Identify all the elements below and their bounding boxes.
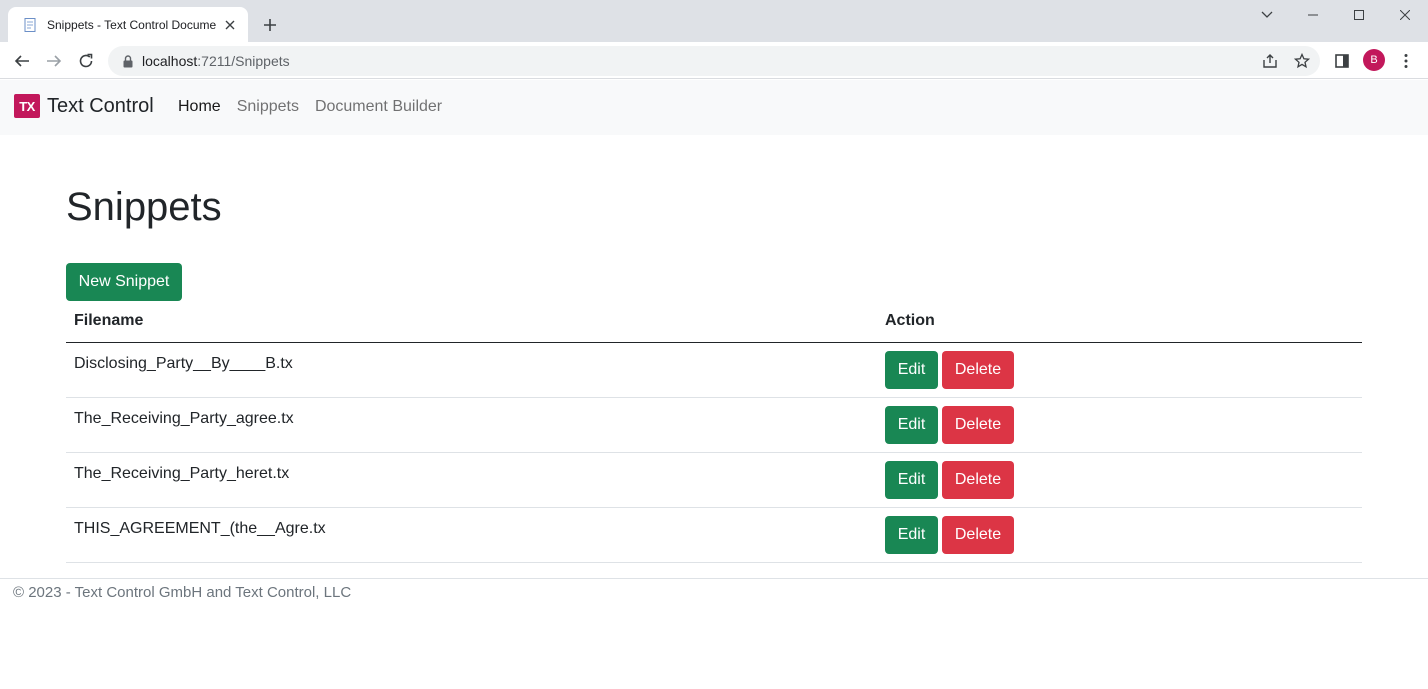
nav-link-home[interactable]: Home xyxy=(178,98,221,116)
edit-button[interactable]: Edit xyxy=(885,515,938,554)
nav-links: Home Snippets Document Builder xyxy=(178,98,442,116)
profile-avatar[interactable]: B xyxy=(1363,49,1385,71)
browser-tabstrip: Snippets - Text Control Document Builder xyxy=(0,0,1428,42)
edit-button[interactable]: Edit xyxy=(885,460,938,499)
address-bar[interactable]: localhost:7211/Snippets xyxy=(108,46,1320,76)
filename-cell: Disclosing_Party__By____B.tx xyxy=(66,342,877,398)
nav-link-document-builder[interactable]: Document Builder xyxy=(315,98,442,116)
edit-button[interactable]: Edit xyxy=(885,350,938,389)
back-arrow-icon[interactable] xyxy=(10,49,34,73)
url-text: localhost:7211/Snippets xyxy=(142,53,290,69)
minimize-icon[interactable] xyxy=(1290,0,1336,30)
new-snippet-button[interactable]: New Snippet xyxy=(66,263,182,301)
delete-button[interactable]: Delete xyxy=(942,515,1014,554)
lock-icon xyxy=(120,53,136,69)
delete-button[interactable]: Delete xyxy=(942,460,1014,499)
page-title: Snippets xyxy=(66,185,222,229)
delete-button[interactable]: Delete xyxy=(942,350,1014,389)
filename-cell: The_Receiving_Party_agree.tx xyxy=(66,397,877,453)
edit-button[interactable]: Edit xyxy=(885,405,938,444)
delete-button[interactable]: Delete xyxy=(942,405,1014,444)
footer: © 2023 - Text Control GmbH and Text Cont… xyxy=(0,578,1428,607)
more-menu-icon[interactable] xyxy=(1394,49,1418,73)
document-icon xyxy=(24,17,36,32)
brand-name: Text Control xyxy=(47,94,154,117)
new-tab-icon[interactable] xyxy=(258,13,282,37)
forward-arrow-icon[interactable] xyxy=(42,49,66,73)
chevron-down-icon[interactable] xyxy=(1244,0,1290,30)
brand-link[interactable]: TX Text Control xyxy=(14,94,154,118)
nav-link-snippets[interactable]: Snippets xyxy=(237,98,299,116)
table-row: The_Receiving_Party_heret.tx Edit Delete xyxy=(66,452,1362,508)
action-cell: Edit Delete xyxy=(877,452,1362,508)
browser-toolbar: localhost:7211/Snippets B xyxy=(0,42,1428,79)
browser-tab[interactable]: Snippets - Text Control Document Builder xyxy=(8,7,248,42)
column-header-action: Action xyxy=(877,301,1362,343)
column-header-filename: Filename xyxy=(66,301,877,343)
filename-cell: THIS_AGREEMENT_(the__Agre.tx xyxy=(66,507,877,563)
action-cell: Edit Delete xyxy=(877,342,1362,398)
window-close-icon[interactable] xyxy=(1382,0,1428,30)
star-icon[interactable] xyxy=(1292,51,1312,71)
table-header-row: Filename Action xyxy=(66,301,1362,343)
side-panel-icon[interactable] xyxy=(1330,49,1354,73)
action-cell: Edit Delete xyxy=(877,507,1362,563)
tab-title: Snippets - Text Control Document Builder xyxy=(47,17,216,32)
brand-logo: TX xyxy=(14,94,40,118)
snippets-table: Filename Action Disclosing_Party__By____… xyxy=(66,301,1362,563)
table-row: Disclosing_Party__By____B.tx Edit Delete xyxy=(66,342,1362,398)
table-row: The_Receiving_Party_agree.tx Edit Delete xyxy=(66,397,1362,453)
table-row: THIS_AGREEMENT_(the__Agre.tx Edit Delete xyxy=(66,507,1362,563)
close-icon[interactable] xyxy=(222,17,238,33)
filename-cell: The_Receiving_Party_heret.tx xyxy=(66,452,877,508)
site-navbar: TX Text Control Home Snippets Document B… xyxy=(0,80,1428,135)
action-cell: Edit Delete xyxy=(877,397,1362,453)
share-icon[interactable] xyxy=(1260,51,1280,71)
footer-copyright: © 2023 - Text Control GmbH and Text Cont… xyxy=(13,584,352,601)
maximize-icon[interactable] xyxy=(1336,0,1382,30)
reload-icon[interactable] xyxy=(74,49,98,73)
